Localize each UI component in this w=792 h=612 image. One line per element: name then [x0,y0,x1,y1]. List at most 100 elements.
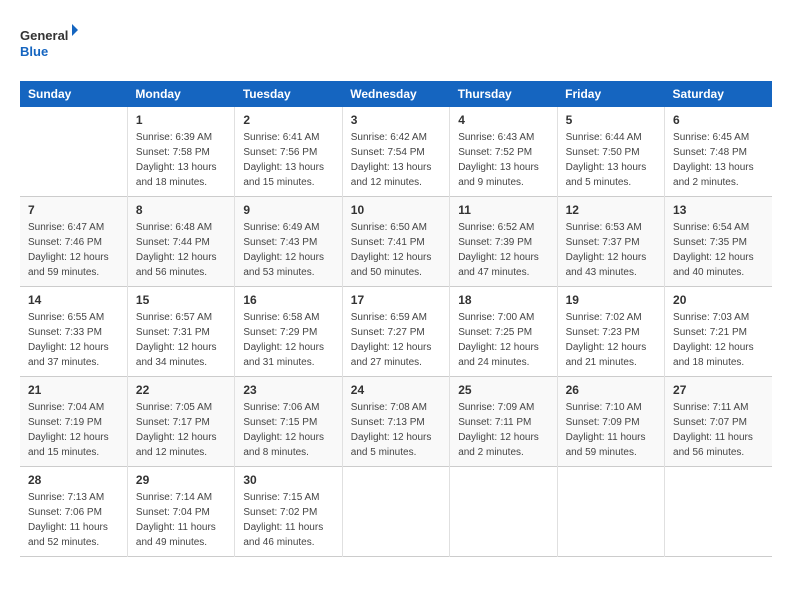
calendar-cell: 15Sunrise: 6:57 AMSunset: 7:31 PMDayligh… [127,287,234,377]
calendar-cell: 30 Sunrise: 7:15 AMSunset: 7:02 PMDayligh… [235,467,342,557]
page-header: General Blue [20,20,772,65]
calendar-cell: 24 Sunrise: 7:08 AMSunset: 7:13 PMDayligh… [342,377,449,467]
day-info: Sunrise: 6:44 AMSunset: 7:50 PMDaylight:… [566,130,656,190]
day-info: Sunrise: 6:52 AMSunset: 7:39 PMDaylight:… [458,220,548,280]
day-info: Sunrise: 7:13 AMSunset: 7:06 PMDaylight:… [28,490,119,550]
day-number: 11 [458,203,548,217]
day-number: 25 [458,383,548,397]
calendar-cell: 19 Sunrise: 7:02 AMSunset: 7:23 PMDayligh… [557,287,664,377]
calendar-cell: 16 Sunrise: 6:58 AMSunset: 7:29 PMDayligh… [235,287,342,377]
calendar-cell: 28 Sunrise: 7:13 AMSunset: 7:06 PMDayligh… [20,467,127,557]
calendar-cell: 29 Sunrise: 7:14 AMSunset: 7:04 PMDayligh… [127,467,234,557]
day-info: Sunrise: 6:53 AMSunset: 7:37 PMDaylight:… [566,220,656,280]
header-day-saturday: Saturday [665,81,772,107]
day-number: 6 [673,113,764,127]
day-number: 26 [566,383,656,397]
day-number: 24 [351,383,441,397]
day-number: 3 [351,113,441,127]
header-day-monday: Monday [127,81,234,107]
calendar-cell [450,467,557,557]
calendar-cell: 17 Sunrise: 6:59 AMSunset: 7:27 PMDayligh… [342,287,449,377]
calendar-week-row: 14 Sunrise: 6:55 AMSunset: 7:33 PMDayligh… [20,287,772,377]
calendar-cell: 26 Sunrise: 7:10 AMSunset: 7:09 PMDayligh… [557,377,664,467]
calendar-cell: 6 Sunrise: 6:45 AMSunset: 7:48 PMDaylight… [665,107,772,197]
header-day-wednesday: Wednesday [342,81,449,107]
day-number: 30 [243,473,333,487]
day-info: Sunrise: 7:14 AMSunset: 7:04 PMDaylight:… [136,490,226,550]
day-info: Sunrise: 7:03 AMSunset: 7:21 PMDaylight:… [673,310,764,370]
calendar-cell: 11 Sunrise: 6:52 AMSunset: 7:39 PMDayligh… [450,197,557,287]
day-number: 29 [136,473,226,487]
day-info: Sunrise: 6:45 AMSunset: 7:48 PMDaylight:… [673,130,764,190]
calendar-cell: 12 Sunrise: 6:53 AMSunset: 7:37 PMDayligh… [557,197,664,287]
day-info: Sunrise: 6:57 AMSunset: 7:31 PMDaylight:… [136,310,226,370]
day-info: Sunrise: 7:06 AMSunset: 7:15 PMDaylight:… [243,400,333,460]
calendar-week-row: 21 Sunrise: 7:04 AMSunset: 7:19 PMDayligh… [20,377,772,467]
day-number: 10 [351,203,441,217]
calendar-cell: 20 Sunrise: 7:03 AMSunset: 7:21 PMDayligh… [665,287,772,377]
day-info: Sunrise: 7:02 AMSunset: 7:23 PMDaylight:… [566,310,656,370]
day-info: Sunrise: 6:39 AMSunset: 7:58 PMDaylight:… [136,130,226,190]
day-info: Sunrise: 7:10 AMSunset: 7:09 PMDaylight:… [566,400,656,460]
day-info: Sunrise: 6:48 AMSunset: 7:44 PMDaylight:… [136,220,226,280]
svg-text:General: General [20,28,68,43]
day-number: 27 [673,383,764,397]
calendar-cell: 27 Sunrise: 7:11 AMSunset: 7:07 PMDayligh… [665,377,772,467]
calendar-cell: 7Sunrise: 6:47 AMSunset: 7:46 PMDaylight… [20,197,127,287]
day-number: 7 [28,203,119,217]
day-number: 28 [28,473,119,487]
calendar-cell: 14 Sunrise: 6:55 AMSunset: 7:33 PMDayligh… [20,287,127,377]
calendar-cell: 5 Sunrise: 6:44 AMSunset: 7:50 PMDaylight… [557,107,664,197]
day-number: 22 [136,383,226,397]
day-number: 21 [28,383,119,397]
day-info: Sunrise: 6:59 AMSunset: 7:27 PMDaylight:… [351,310,441,370]
day-number: 18 [458,293,548,307]
day-number: 19 [566,293,656,307]
day-number: 1 [136,113,226,127]
day-info: Sunrise: 6:50 AMSunset: 7:41 PMDaylight:… [351,220,441,280]
day-number: 17 [351,293,441,307]
day-info: Sunrise: 7:15 AMSunset: 7:02 PMDaylight:… [243,490,333,550]
day-number: 13 [673,203,764,217]
calendar-cell: 23 Sunrise: 7:06 AMSunset: 7:15 PMDayligh… [235,377,342,467]
day-info: Sunrise: 7:04 AMSunset: 7:19 PMDaylight:… [28,400,119,460]
day-info: Sunrise: 7:11 AMSunset: 7:07 PMDaylight:… [673,400,764,460]
calendar-cell: 3 Sunrise: 6:42 AMSunset: 7:54 PMDaylight… [342,107,449,197]
calendar-cell [342,467,449,557]
calendar-cell: 25 Sunrise: 7:09 AMSunset: 7:11 PMDayligh… [450,377,557,467]
day-number: 16 [243,293,333,307]
calendar-header-row: SundayMondayTuesdayWednesdayThursdayFrid… [20,81,772,107]
day-number: 20 [673,293,764,307]
calendar-cell: 18 Sunrise: 7:00 AMSunset: 7:25 PMDayligh… [450,287,557,377]
calendar-cell [665,467,772,557]
day-info: Sunrise: 6:43 AMSunset: 7:52 PMDaylight:… [458,130,548,190]
calendar-cell: 10 Sunrise: 6:50 AMSunset: 7:41 PMDayligh… [342,197,449,287]
day-info: Sunrise: 7:05 AMSunset: 7:17 PMDaylight:… [136,400,226,460]
day-info: Sunrise: 7:08 AMSunset: 7:13 PMDaylight:… [351,400,441,460]
day-info: Sunrise: 6:42 AMSunset: 7:54 PMDaylight:… [351,130,441,190]
day-info: Sunrise: 6:41 AMSunset: 7:56 PMDaylight:… [243,130,333,190]
day-info: Sunrise: 6:58 AMSunset: 7:29 PMDaylight:… [243,310,333,370]
day-info: Sunrise: 7:00 AMSunset: 7:25 PMDaylight:… [458,310,548,370]
calendar-cell: 2 Sunrise: 6:41 AMSunset: 7:56 PMDaylight… [235,107,342,197]
day-number: 5 [566,113,656,127]
header-day-tuesday: Tuesday [235,81,342,107]
day-number: 8 [136,203,226,217]
day-info: Sunrise: 6:55 AMSunset: 7:33 PMDaylight:… [28,310,119,370]
day-number: 14 [28,293,119,307]
header-day-friday: Friday [557,81,664,107]
day-number: 12 [566,203,656,217]
day-number: 2 [243,113,333,127]
calendar-week-row: 1 Sunrise: 6:39 AMSunset: 7:58 PMDaylight… [20,107,772,197]
logo-svg: General Blue [20,20,80,65]
calendar-cell: 21 Sunrise: 7:04 AMSunset: 7:19 PMDayligh… [20,377,127,467]
day-info: Sunrise: 6:54 AMSunset: 7:35 PMDaylight:… [673,220,764,280]
calendar-cell: 4 Sunrise: 6:43 AMSunset: 7:52 PMDaylight… [450,107,557,197]
calendar-cell: 1 Sunrise: 6:39 AMSunset: 7:58 PMDaylight… [127,107,234,197]
day-number: 23 [243,383,333,397]
day-info: Sunrise: 7:09 AMSunset: 7:11 PMDaylight:… [458,400,548,460]
day-number: 4 [458,113,548,127]
calendar-cell [20,107,127,197]
calendar-cell: 22 Sunrise: 7:05 AMSunset: 7:17 PMDayligh… [127,377,234,467]
day-number: 9 [243,203,333,217]
